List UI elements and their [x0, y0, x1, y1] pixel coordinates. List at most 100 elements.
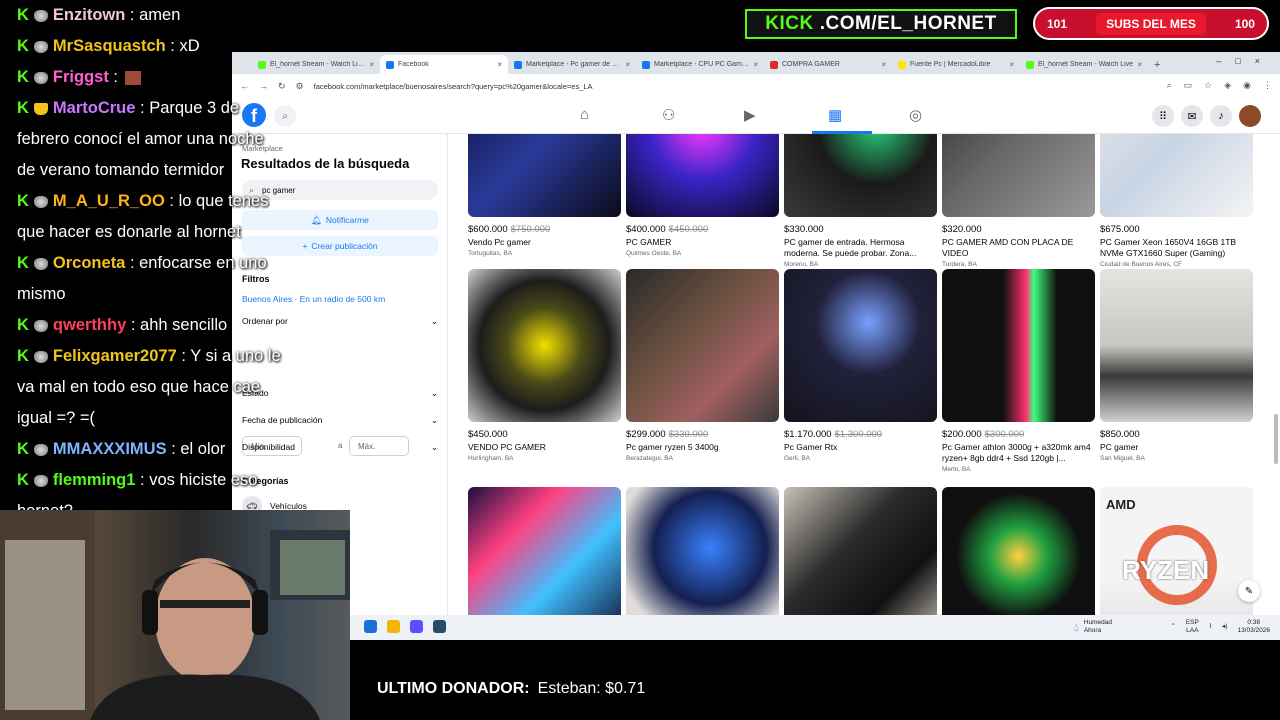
listing-image[interactable] — [468, 134, 621, 217]
listing-card[interactable] — [942, 487, 1095, 615]
zoom-icon[interactable]: ⌕ — [1167, 80, 1172, 91]
weather-widget[interactable]: 💧︎ Humedad Ahora — [1074, 619, 1112, 635]
listing-card[interactable] — [784, 487, 937, 615]
close-icon[interactable]: × — [1009, 60, 1014, 69]
steam-icon[interactable] — [433, 620, 446, 633]
chat-username[interactable]: MMAXXXIMUS — [53, 440, 167, 458]
chat-username[interactable]: MrSasquastch — [53, 37, 166, 55]
address-bar[interactable]: ← → ↻ ⚙ facebook.com/marketplace/buenosa… — [232, 74, 1280, 98]
listing-card[interactable]: $850.000 PC gamer San Miguel, BA — [1100, 269, 1253, 462]
listing-card[interactable]: $600.000 $750.000 Vendo Pc gamer Tortuguita… — [468, 134, 621, 257]
language-indicator[interactable]: ESP LAA — [1186, 619, 1199, 635]
listing-image[interactable] — [942, 487, 1095, 615]
chat-username[interactable]: MartoCrue — [53, 99, 136, 117]
listing-price: $330.000 — [784, 224, 824, 235]
chat-app-icon[interactable] — [410, 620, 423, 633]
listing-image[interactable] — [1100, 134, 1253, 217]
cast-icon[interactable]: ▭ — [1184, 80, 1193, 91]
close-icon[interactable]: × — [625, 60, 630, 69]
listing-card[interactable]: AMD RYZEN — [1100, 487, 1253, 615]
humidity-icon: 💧︎ — [1074, 620, 1079, 634]
close-icon[interactable]: × — [1137, 60, 1142, 69]
volume-icon[interactable]: ◂) — [1222, 623, 1227, 631]
compose-icon[interactable]: ✎ — [1238, 580, 1260, 602]
browser-tab[interactable]: Marketplace - CPU PC Gamer Ryzen ... × — [636, 55, 764, 74]
url-text[interactable]: facebook.com/marketplace/buenosaires/sea… — [314, 82, 593, 91]
listing-image[interactable] — [942, 269, 1095, 422]
listing-card[interactable]: $1.170.000 $1.300.000 Pc Gamer Rtx Gerli, B… — [784, 269, 937, 462]
window-controls[interactable]: –□× — [1216, 56, 1274, 66]
listing-image[interactable] — [784, 487, 937, 615]
tray-chevron-icon[interactable]: ⌃ — [1170, 623, 1175, 631]
tab-title: Marketplace - CPU PC Gamer Ryzen ... — [654, 61, 749, 68]
close-icon[interactable]: × — [881, 60, 886, 69]
listing-card[interactable] — [468, 487, 621, 615]
listing-card[interactable]: $330.000 PC gamer de entrada. Hermosa mod… — [784, 134, 937, 268]
clock[interactable]: 0:38 13/03/2026 — [1237, 619, 1270, 635]
video-icon[interactable]: ▶ — [744, 106, 756, 124]
avatar[interactable] — [1239, 105, 1261, 127]
listing-image[interactable] — [626, 134, 779, 217]
browser-tab[interactable]: Facebook × — [380, 55, 508, 74]
chat-text: amen — [139, 6, 181, 24]
listing-image[interactable] — [784, 269, 937, 422]
profile-icon[interactable]: ◉ — [1243, 80, 1251, 91]
new-tab-icon[interactable]: + — [1148, 55, 1166, 74]
listing-card[interactable]: $299.000 $330.000 Pc gamer ryzen 5 3400g Be… — [626, 269, 779, 462]
close-icon[interactable]: × — [497, 60, 502, 69]
chat-username[interactable]: qwerthhy — [53, 316, 126, 334]
chat-username[interactable]: M_A_U_R_OO — [53, 192, 165, 210]
user-badge-icon — [33, 71, 48, 84]
chat-username[interactable]: flemming1 — [53, 471, 136, 489]
close-icon[interactable]: × — [369, 60, 374, 69]
listing-old-price: $450.000 — [668, 224, 709, 235]
listing-card[interactable]: $200.000 $300.000 Pc Gamer athlon 3000g + … — [942, 269, 1095, 473]
chat-username[interactable]: Orconeta — [53, 254, 125, 272]
listing-card[interactable]: $320.000 PC GAMER AMD CON PLACA DE VIDEO T… — [942, 134, 1095, 268]
listing-card[interactable]: $675.000 PC Gamer Xeon 1650V4 16GB 1TB NV… — [1100, 134, 1253, 268]
menu-icon[interactable]: ⋮ — [1263, 80, 1272, 91]
listing-card[interactable]: $400.000 $450.000 PC GAMER Quilmes Oeste, B… — [626, 134, 779, 257]
close-icon[interactable]: × — [753, 60, 758, 69]
notifications-icon[interactable]: ♪ — [1210, 105, 1232, 127]
marketplace-icon[interactable]: ▦ — [828, 106, 842, 124]
folder-icon[interactable] — [387, 620, 400, 633]
listing-title: PC GAMER AMD CON PLACA DE VIDEO — [942, 237, 1074, 258]
browser-tab[interactable]: COMPRA GAMER × — [764, 55, 892, 74]
extensions-icon[interactable]: ◈ — [1224, 80, 1231, 91]
chat-username[interactable]: Enzitown — [53, 6, 125, 24]
listing-image[interactable]: AMD RYZEN — [1100, 487, 1253, 615]
listing-image[interactable] — [942, 134, 1095, 217]
trophy-badge-icon — [33, 102, 48, 115]
browser-tab[interactable]: Marketplace - Pc gamer de entrada ...× — [508, 55, 636, 74]
listing-image[interactable] — [626, 269, 779, 422]
listing-card[interactable] — [626, 487, 779, 615]
listing-image[interactable] — [468, 487, 621, 615]
gaming-icon[interactable]: ◎ — [909, 106, 922, 124]
apps-grid-icon[interactable]: ⠿ — [1152, 105, 1174, 127]
listing-image[interactable] — [626, 487, 779, 615]
friends-icon[interactable]: ⚇ — [662, 106, 675, 124]
listing-location: Hurlingham, BA — [468, 455, 514, 462]
kick-url-banner: KICK .COM/EL_HORNET — [745, 9, 1017, 39]
chat-text: mismo — [17, 285, 66, 303]
bookmark-star-icon[interactable]: ☆ — [1204, 80, 1212, 91]
listing-image[interactable] — [1100, 269, 1253, 422]
chat-message: Kflemming1 : vos hiciste eso — [17, 465, 257, 496]
kick-url: .COM/EL_HORNET — [819, 13, 997, 34]
chat-username[interactable]: Friggst — [53, 68, 109, 86]
listing-image[interactable] — [468, 269, 621, 422]
listing-card[interactable]: $450.000 VENDO PC GAMER Hurlingham, BA — [468, 269, 621, 462]
browser-tab[interactable]: El_hornet Stream - Watch Live × — [1020, 55, 1148, 74]
messenger-icon[interactable]: ✉ — [1181, 105, 1203, 127]
scrollbar[interactable] — [1274, 414, 1278, 464]
store-icon[interactable] — [364, 620, 377, 633]
listing-image[interactable] — [784, 134, 937, 217]
browser-tab[interactable]: Fuente Pc | MercadoLibre × — [892, 55, 1020, 74]
amd-logo: AMD — [1106, 497, 1136, 512]
home-icon[interactable]: ⌂ — [580, 106, 589, 123]
chat-username[interactable]: Felixgamer2077 — [53, 347, 177, 365]
kick-badge-icon: K — [17, 192, 29, 210]
chevron-down-icon: ⌄ — [430, 316, 438, 326]
wifi-icon[interactable]: ⌇ — [1209, 623, 1212, 631]
